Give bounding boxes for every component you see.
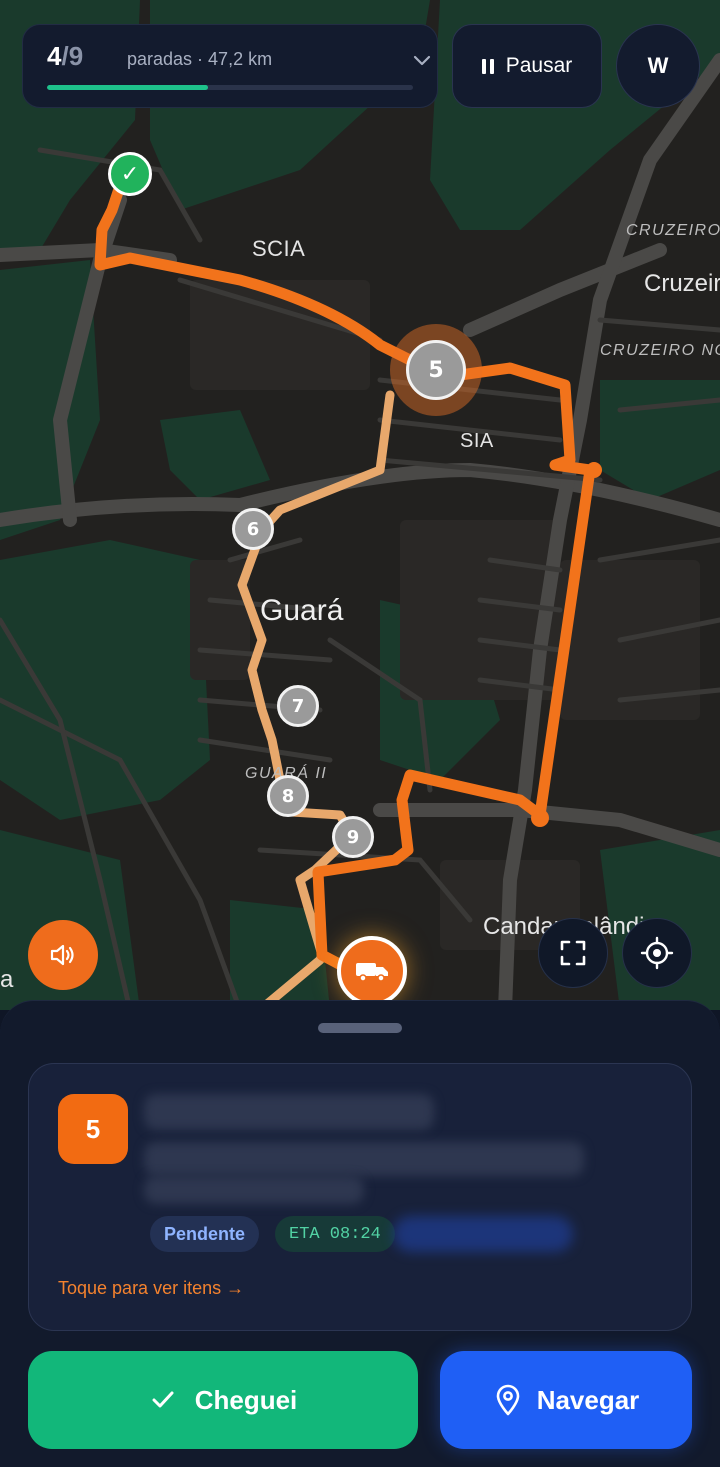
route-summary: paradas · 47,2 km [127, 49, 273, 69]
extra-badge-redacted [393, 1216, 573, 1252]
stop-address-redacted-2 [144, 1176, 364, 1204]
map-label-edge: a [0, 966, 14, 993]
stop-name-redacted [144, 1094, 434, 1130]
route-progress-bar [47, 85, 413, 90]
checkmark-icon: ✓ [120, 161, 140, 186]
stop-marker-8[interactable]: 8 [267, 775, 309, 817]
vehicle-marker [337, 936, 407, 1006]
stop-marker-9[interactable]: 9 [332, 816, 374, 858]
view-items-link[interactable]: Toque para ver itens → [58, 1278, 244, 1299]
check-icon [152, 1391, 174, 1408]
route-progress-card[interactable]: 4/9 paradas · 47,2 km [22, 24, 438, 108]
map-base [0, 0, 720, 1010]
eta-badge: ETA 08:24 [275, 1216, 395, 1252]
pause-icon [481, 58, 494, 74]
sound-toggle-button[interactable] [28, 920, 98, 990]
stops-progress-count: 4/9 [47, 41, 83, 72]
bottom-sheet: 5 Pendente ETA 08:24 Toque para ver iten… [0, 1000, 720, 1467]
stop-address-redacted [144, 1142, 584, 1176]
locate-me-button[interactable] [622, 918, 692, 988]
current-stop-card[interactable]: 5 Pendente ETA 08:24 Toque para ver iten… [28, 1063, 692, 1331]
chevron-down-icon[interactable] [411, 49, 433, 76]
map-label-cruzeiro-district: CRUZEIRO [626, 222, 720, 239]
map-label-sia: SIA [460, 430, 494, 452]
pause-label: Pausar [505, 54, 573, 77]
map-label-scia: SCIA [252, 236, 306, 261]
stop-marker-6[interactable]: 6 [232, 508, 274, 550]
stop-marker-current[interactable]: 5 [406, 340, 466, 400]
route-map[interactable]: SCIA SIA Guará GUARÁ II CRUZEIRO Cruzeir… [0, 0, 720, 1010]
speaker-icon [50, 944, 74, 966]
stop-marker-7[interactable]: 7 [277, 685, 319, 727]
stops-completed: 4 [47, 41, 62, 71]
arrived-label: Cheguei [194, 1384, 298, 1415]
expand-icon [560, 940, 586, 966]
map-label-cruzeiro-novo: CRUZEIRO NO [600, 342, 720, 359]
crosshair-icon [640, 936, 674, 970]
truck-icon [356, 963, 388, 982]
pause-button[interactable]: Pausar [452, 24, 602, 108]
avatar[interactable]: W [616, 24, 700, 108]
map-label-guara: Guará [260, 594, 344, 627]
stop-completed-marker[interactable]: ✓ [108, 152, 152, 196]
stops-total: 9 [68, 41, 84, 71]
map-pin-icon [496, 1384, 519, 1416]
route-progress-fill [47, 85, 209, 90]
fullscreen-button[interactable] [538, 918, 608, 988]
stop-sequence-badge: 5 [58, 1094, 128, 1164]
navigate-label: Navegar [536, 1384, 640, 1415]
navigate-button[interactable]: Navegar [440, 1351, 692, 1449]
sheet-drag-handle[interactable] [318, 1023, 402, 1033]
stops-separator: / [61, 41, 69, 71]
arrived-button[interactable]: Cheguei [28, 1351, 418, 1449]
map-label-cruzeiro: Cruzeir [644, 270, 720, 297]
status-badge: Pendente [150, 1216, 260, 1252]
